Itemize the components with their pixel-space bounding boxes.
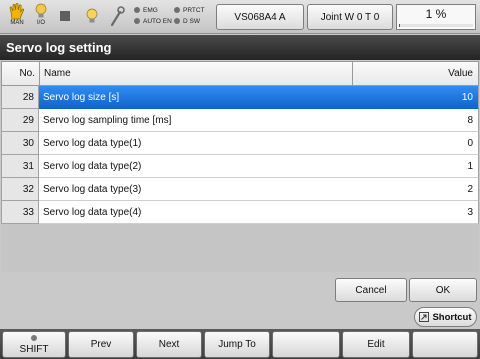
row-cell[interactable]: Servo log data type(3) 2 (39, 178, 479, 201)
speed-indicator[interactable]: 1 % (396, 4, 476, 30)
header-name: Name (40, 62, 353, 85)
stop-status-indicator (58, 3, 72, 31)
coordinate-button[interactable]: Joint W 0 T 0 (307, 4, 393, 30)
row-name: Servo log data type(4) (43, 207, 142, 218)
shift-label: SHIFT (19, 344, 49, 355)
status-bar: MAN I/O EMG AUTO EN PRTCT D SW VS068A4 A… (0, 0, 480, 34)
edit-key[interactable]: Edit (342, 331, 410, 358)
row-name: Servo log size [s] (43, 92, 120, 103)
man-mode-indicator[interactable]: MAN (5, 3, 29, 31)
table-row[interactable]: 33 Servo log data type(4) 3 (1, 201, 479, 224)
shift-indicator-lamp (31, 335, 37, 341)
auto-en-label: AUTO EN (143, 18, 172, 25)
prtct-label: PRTCT (183, 7, 205, 14)
speed-bar (399, 24, 473, 27)
row-value: 0 (467, 138, 473, 149)
row-value: 3 (467, 207, 473, 218)
jump-to-key[interactable]: Jump To (204, 331, 270, 358)
emg-lamp: EMG (134, 5, 172, 16)
man-label: MAN (10, 20, 24, 26)
f7-key[interactable] (412, 331, 478, 358)
function-key-bar: SHIFT Prev Next Jump To Edit (0, 329, 480, 359)
emg-label: EMG (143, 7, 158, 14)
speed-bar-fill (399, 24, 401, 27)
prev-key[interactable]: Prev (68, 331, 134, 358)
shortcut-button[interactable]: Shortcut (414, 307, 477, 327)
row-number: 30 (1, 132, 39, 155)
row-number: 32 (1, 178, 39, 201)
io-indicator[interactable]: I/O (32, 3, 50, 31)
header-value: Value (448, 68, 473, 79)
row-number: 29 (1, 109, 39, 132)
stop-square-icon (60, 11, 70, 21)
parameter-table: No. Name Value 28 Servo log size [s] 10 … (1, 61, 479, 272)
lamp-dot (134, 7, 140, 14)
ok-button[interactable]: OK (409, 278, 477, 302)
row-value: 10 (461, 92, 473, 103)
row-number: 33 (1, 201, 39, 224)
bulb-status-indicator (84, 3, 100, 31)
d-sw-lamp: D SW (174, 16, 205, 27)
speed-text: 1 % (425, 7, 447, 21)
cancel-button[interactable]: Cancel (335, 278, 407, 302)
table-row[interactable]: 30 Servo log data type(1) 0 (1, 132, 479, 155)
page-title: Servo log setting (0, 35, 480, 60)
row-value: 1 (467, 161, 473, 172)
prtct-lamp: PRTCT (174, 5, 205, 16)
row-name: Servo log data type(3) (43, 184, 142, 195)
shift-key[interactable]: SHIFT (2, 331, 66, 358)
lamp-dot (174, 18, 180, 25)
table-row[interactable]: 29 Servo log sampling time [ms] 8 (1, 109, 479, 132)
io-label: I/O (36, 20, 45, 26)
row-number: 31 (1, 155, 39, 178)
row-value: 2 (467, 184, 473, 195)
lamp-group-left: EMG AUTO EN (134, 5, 172, 27)
lamp-dot (134, 18, 140, 25)
lightbulb-icon (35, 3, 47, 18)
program-button[interactable]: VS068A4 A (216, 4, 304, 30)
hand-icon (9, 3, 25, 20)
row-cell[interactable]: Servo log size [s] 10 (39, 86, 479, 109)
lamp-group-right: PRTCT D SW (174, 5, 205, 27)
shortcut-icon (419, 312, 430, 322)
table-row[interactable]: 28 Servo log size [s] 10 (1, 86, 479, 109)
row-cell[interactable]: Servo log data type(2) 1 (39, 155, 479, 178)
shortcut-label: Shortcut (432, 311, 472, 323)
row-name: Servo log data type(2) (43, 161, 142, 172)
row-cell[interactable]: Servo log data type(4) 3 (39, 201, 479, 224)
row-name: Servo log sampling time [ms] (43, 115, 172, 126)
lamp-dot (174, 7, 180, 14)
row-name: Servo log data type(1) (43, 138, 142, 149)
row-cell[interactable]: Servo log sampling time [ms] 8 (39, 109, 479, 132)
table-row[interactable]: 31 Servo log data type(2) 1 (1, 155, 479, 178)
row-cell[interactable]: Servo log data type(1) 0 (39, 132, 479, 155)
bulb-icon (86, 8, 98, 23)
table-row[interactable]: 32 Servo log data type(3) 2 (1, 178, 479, 201)
f5-key[interactable] (272, 331, 340, 358)
row-number: 28 (1, 86, 39, 109)
tool-status-indicator (108, 3, 126, 31)
header-no: No. (2, 62, 40, 85)
next-key[interactable]: Next (136, 331, 202, 358)
auto-en-lamp: AUTO EN (134, 16, 172, 27)
row-value: 8 (467, 115, 473, 126)
table-header: No. Name Value (1, 61, 479, 86)
d-sw-label: D SW (183, 18, 200, 25)
wrench-icon (110, 6, 125, 27)
